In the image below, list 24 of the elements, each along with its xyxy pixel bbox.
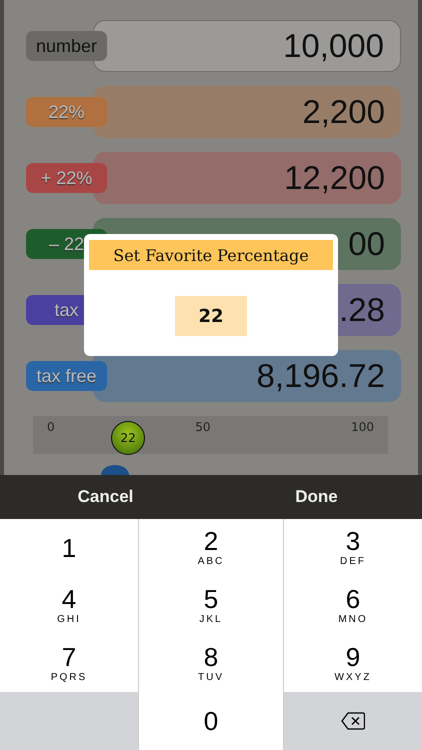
tick-label: 0	[47, 420, 55, 434]
keypad-key[interactable]: 2 ABC	[139, 519, 283, 577]
keypad-key[interactable]: 7 PQRS	[0, 634, 138, 692]
slider-thumb[interactable]: 22	[111, 421, 146, 455]
keypad-key[interactable]: 6 MNO	[284, 576, 422, 634]
tick-label: 50	[195, 420, 210, 434]
keypad-key[interactable]: 5 JKL	[139, 576, 283, 634]
dialog-title: Set Favorite Percentage	[89, 240, 333, 270]
keypad-key[interactable]: 1	[0, 519, 138, 577]
keypad-key[interactable]: 4 GHI	[0, 576, 138, 634]
backspace-icon	[341, 712, 365, 730]
done-button[interactable]: Done	[211, 475, 422, 519]
keypad-key[interactable]: 8 TUV	[139, 634, 283, 692]
value-display: 2,200	[93, 86, 401, 138]
keypad-key[interactable]: 0	[139, 692, 283, 750]
cancel-button[interactable]: Cancel	[0, 475, 211, 519]
slider-handle[interactable]	[101, 465, 130, 475]
value-display: 12,200	[93, 152, 401, 204]
keypad-key[interactable]: 9 WXYZ	[284, 634, 422, 692]
row-label: + 22%	[26, 163, 107, 193]
input-field[interactable]: 22	[175, 296, 247, 336]
keypad-key[interactable]: 3 DEF	[284, 519, 422, 577]
row-label: 22%	[26, 97, 107, 127]
tick-label: 100	[351, 420, 374, 434]
